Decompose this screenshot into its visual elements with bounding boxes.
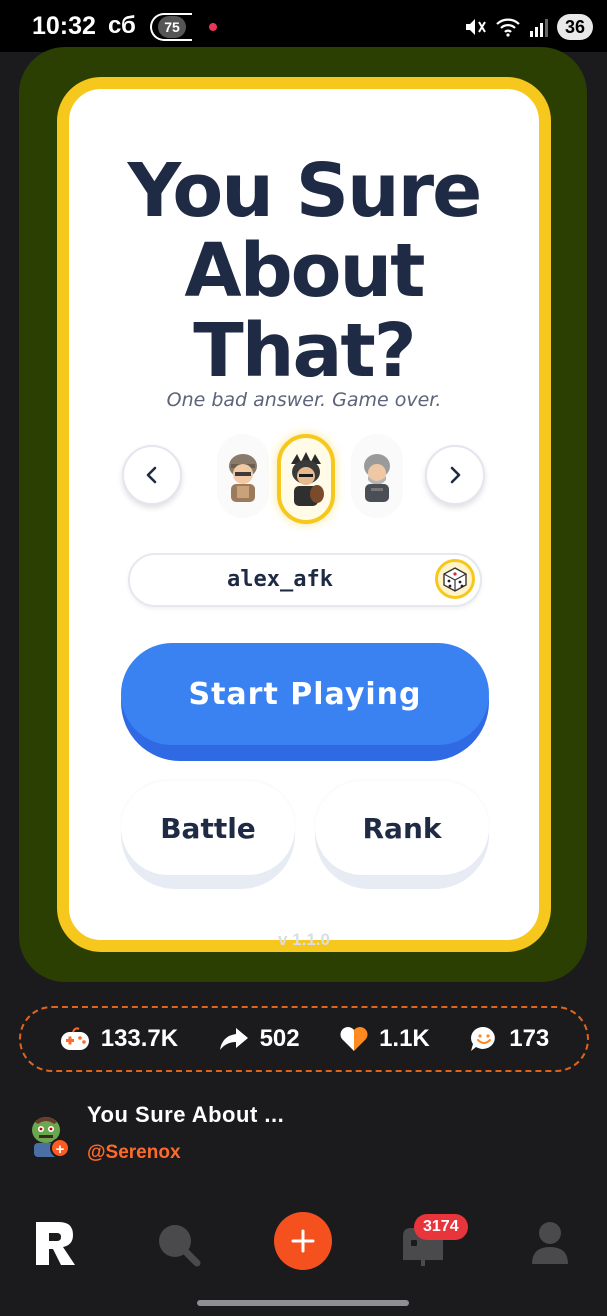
share-arrow-icon — [219, 1028, 248, 1050]
rank-button[interactable]: Rank — [315, 781, 489, 889]
notification-count: 75 — [158, 16, 186, 38]
username-field[interactable]: alex_afk — [128, 553, 482, 607]
plays-stat[interactable]: 133.7K — [59, 1025, 178, 1053]
status-icons: 36 — [463, 13, 593, 41]
profile-icon — [532, 1222, 568, 1264]
search-icon — [159, 1225, 201, 1267]
chevron-right-icon — [450, 466, 461, 484]
title-line-2: About — [184, 228, 425, 314]
dice-icon — [443, 567, 467, 592]
status-bar: 10:32 сб 75 36 — [0, 0, 607, 52]
post-title[interactable]: You Sure About ... — [87, 1102, 284, 1128]
shares-stat[interactable]: 502 — [218, 1025, 300, 1053]
nav-search[interactable] — [154, 1220, 202, 1268]
post-author[interactable]: @Serenox — [87, 1142, 181, 1164]
recording-dot-icon — [209, 23, 217, 31]
likes-stat[interactable]: 1.1K — [339, 1025, 430, 1053]
signal-icon — [530, 19, 548, 37]
plus-icon — [291, 1229, 315, 1253]
inbox-count-badge: 3174 — [414, 1214, 468, 1240]
game-subtitle: One bad answer. Game over. — [166, 389, 442, 411]
notification-count-badge: 75 — [150, 13, 192, 41]
shares-count: 502 — [259, 1025, 300, 1052]
engagement-stats-bar: 133.7K 502 1.1K 173 — [19, 1006, 589, 1072]
home-logo-icon — [36, 1222, 75, 1265]
avatar-option-dark-knight[interactable] — [277, 434, 335, 524]
nav-home[interactable] — [32, 1218, 80, 1268]
comment-bubble-icon — [471, 1026, 496, 1051]
wifi-icon — [496, 18, 520, 37]
battery-level: 36 — [557, 14, 593, 40]
follow-plus-button[interactable]: + — [50, 1138, 70, 1158]
version-label: v 1.1.0 — [278, 930, 330, 949]
start-playing-button[interactable]: Start Playing — [121, 643, 489, 761]
previous-avatar-button[interactable] — [122, 445, 182, 505]
avatar-option-knight[interactable] — [217, 434, 269, 518]
knight-helmet-avatar-icon — [229, 454, 257, 502]
mute-icon — [466, 19, 486, 35]
dark-knight-avatar-icon — [291, 452, 324, 506]
plays-count: 133.7K — [100, 1025, 179, 1052]
title-line-1: You Sure — [127, 148, 483, 234]
comments-count: 173 — [509, 1025, 550, 1052]
username-value: alex_afk — [227, 567, 333, 592]
grey-warrior-avatar-icon — [364, 454, 390, 502]
avatar-option-grey-warrior[interactable] — [351, 434, 403, 518]
nav-profile[interactable] — [526, 1218, 574, 1268]
nav-create-button[interactable] — [274, 1212, 332, 1270]
battle-button[interactable]: Battle — [121, 781, 295, 889]
comments-stat[interactable]: 173 — [469, 1025, 549, 1053]
gamepad-icon — [60, 1027, 89, 1050]
randomize-name-button[interactable] — [435, 559, 475, 599]
chevron-left-icon — [146, 466, 157, 484]
start-playing-label: Start Playing — [121, 643, 489, 745]
title-line-3: That? — [193, 308, 416, 394]
battle-label: Battle — [121, 781, 295, 875]
status-day: сб — [108, 12, 136, 39]
game-title: You Sure About That? — [69, 151, 539, 391]
bottom-navigation — [0, 1200, 607, 1290]
home-indicator[interactable] — [197, 1300, 409, 1306]
status-time: 10:32 — [32, 12, 96, 40]
game-card: You Sure About That? One bad answer. Gam… — [57, 77, 551, 952]
rank-label: Rank — [315, 781, 489, 875]
heart-icon — [340, 1027, 368, 1051]
likes-count: 1.1K — [379, 1025, 430, 1052]
next-avatar-button[interactable] — [425, 445, 485, 505]
